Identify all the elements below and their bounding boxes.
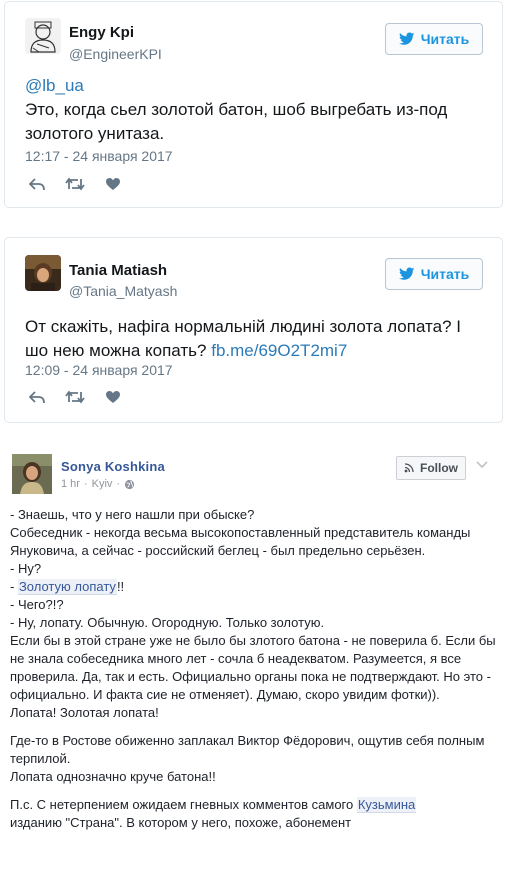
follow-button[interactable]: Follow	[396, 456, 466, 480]
avatar-photo-icon	[25, 255, 61, 291]
mention-link[interactable]: Кузьмина	[356, 797, 417, 813]
post-body: - Знаешь, что у него нашли при обыске? С…	[10, 506, 500, 832]
meta-separator: ·	[83, 478, 88, 490]
dash-prefix: -	[10, 579, 18, 594]
ps-text: П.с. С нетерпением ожидаем гневных комме…	[10, 797, 354, 812]
post-location[interactable]: Kyiv	[92, 478, 113, 490]
post-line: Где-то в Ростове обиженно заплакал Викто…	[10, 733, 485, 766]
post-line: Лопата однозначно круче батона!!	[10, 769, 216, 784]
follow-button-label: Читать	[420, 31, 470, 47]
reply-icon[interactable]	[27, 175, 47, 193]
tweet-text: От скажіть, нафіга нормальній людині зол…	[25, 315, 485, 363]
post-line: - Знаешь, что у него нашли при обыске?	[10, 507, 255, 522]
tweet-timestamp[interactable]: 12:17 - 24 января 2017	[25, 148, 173, 164]
follow-button-label: Follow	[420, 461, 458, 475]
author-name[interactable]: Sonya Koshkina	[61, 459, 165, 474]
avatar[interactable]	[25, 18, 61, 54]
avatar-drawing-icon	[25, 18, 61, 54]
follow-button[interactable]: Читать	[385, 23, 483, 55]
like-heart-icon[interactable]	[103, 388, 123, 406]
tweet-body: Это, когда сьел золотой батон, шоб выгре…	[25, 100, 448, 143]
post-line: Собеседник - некогда весьма высокопостав…	[10, 525, 471, 558]
retweet-icon[interactable]	[65, 388, 85, 406]
rss-follow-icon	[404, 463, 414, 473]
avatar-photo-icon	[12, 454, 52, 494]
tweet-actions	[27, 175, 123, 193]
chevron-down-icon[interactable]	[474, 458, 490, 472]
post-line: - Ну, лопату. Обычную. Огородную. Только…	[10, 615, 325, 630]
tweet-text: @lb_ua Это, когда сьел золотой батон, шо…	[25, 74, 485, 146]
post-time[interactable]: 1 hr	[61, 478, 80, 490]
tweet-card: Engy Kpi @EngineerKPI Читать @lb_ua Это,…	[4, 1, 503, 208]
twitter-bird-icon	[398, 267, 415, 280]
post-line: изданию "Страна". В котором у него, похо…	[10, 815, 352, 830]
exclaim-suffix: !!	[116, 579, 125, 594]
meta-separator: ·	[116, 478, 121, 490]
tweet-card: Tania Matiash @Tania_Matyash Читать От с…	[4, 237, 503, 423]
avatar[interactable]	[25, 255, 61, 291]
retweet-icon[interactable]	[65, 175, 85, 193]
author-handle[interactable]: @EngineerKPI	[69, 46, 162, 62]
avatar[interactable]	[12, 454, 52, 494]
author-name[interactable]: Engy Kpi	[69, 24, 134, 41]
follow-button[interactable]: Читать	[385, 258, 483, 290]
author-handle[interactable]: @Tania_Matyash	[69, 283, 177, 299]
globe-icon[interactable]	[124, 479, 135, 490]
hashtag-link[interactable]: Золотую лопату	[17, 579, 117, 595]
follow-button-label: Читать	[420, 266, 470, 282]
post-line: - Золотую лопату!!	[10, 578, 500, 596]
twitter-bird-icon	[398, 32, 415, 45]
post-line: Если бы в этой стране уже не было бы зло…	[10, 633, 496, 702]
post-line: П.с. С нетерпением ожидаем гневных комме…	[10, 796, 500, 814]
post-meta: 1 hr · Kyiv ·	[61, 478, 135, 490]
post-line: - Ну?	[10, 561, 42, 576]
like-heart-icon[interactable]	[103, 175, 123, 193]
tweet-timestamp[interactable]: 12:09 - 24 января 2017	[25, 362, 173, 378]
reply-icon[interactable]	[27, 388, 47, 406]
post-line: - Чего?!?	[10, 597, 64, 612]
author-name[interactable]: Tania Matiash	[69, 262, 167, 279]
tweet-link[interactable]: fb.me/69O2T2mi7	[211, 341, 347, 360]
tweet-actions	[27, 388, 123, 406]
facebook-post: Sonya Koshkina 1 hr · Kyiv · Follow - Зн…	[0, 442, 505, 884]
mention-link[interactable]: @lb_ua	[25, 76, 84, 95]
post-line: Лопата! Золотая лопата!	[10, 705, 159, 720]
